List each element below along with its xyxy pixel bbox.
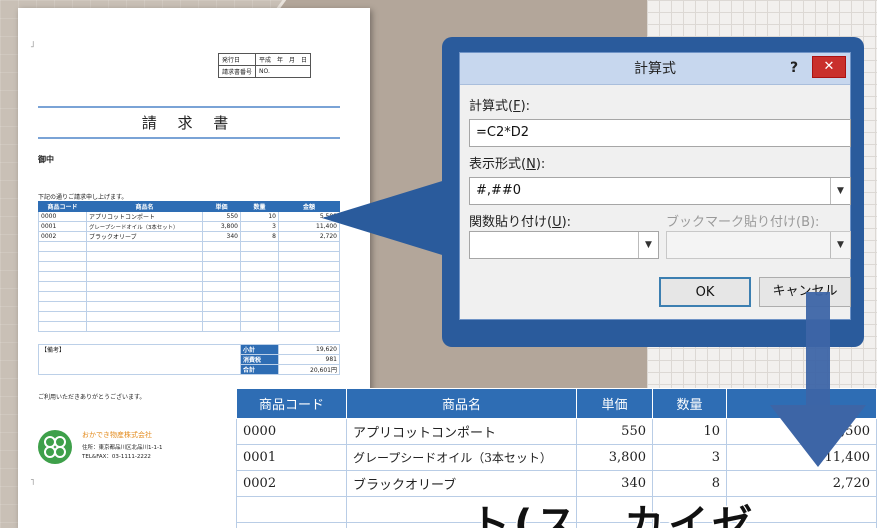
table-cell: 550 (202, 211, 241, 222)
column-header: 商品名 (86, 201, 203, 212)
invoice-number-label: 請求書番号 (217, 65, 257, 78)
table-row-empty (38, 241, 340, 252)
column-header: 数量 (652, 388, 727, 419)
remarks-label: 【備考】 (38, 344, 241, 375)
table-cell: 3 (240, 221, 279, 232)
table-cell: アプリコットコンポート (346, 418, 577, 445)
number-format-select[interactable]: #,##0 ▼ (469, 177, 851, 205)
column-header: 商品コード (38, 201, 87, 212)
totals-table: 【備考】 小計 19,620 消費税 981 合計 20,601円 (38, 344, 340, 375)
paste-function-select[interactable]: ▼ (469, 231, 659, 259)
thanks-text: ご利用いただきありがとうございます。 (38, 394, 146, 401)
table-cell: 0002 (38, 231, 87, 242)
table-row: 0001 グレープシードオイル（3本セット） 3,800 3 11,400 (38, 221, 340, 232)
table-row: 0002 ブラックオリーブ 340 8 2,720 (38, 231, 340, 242)
table-cell: 3 (652, 444, 727, 471)
tel-line: TEL&FAX：03-1111-2222 (82, 454, 151, 460)
cancel-button[interactable]: キャンセル (759, 277, 851, 307)
clover-icon (44, 436, 66, 458)
subtotal-value: 19,620 (278, 344, 340, 355)
table-row-empty (38, 281, 340, 292)
table-cell: グレープシードオイル（3本セット） (346, 444, 577, 471)
invoice-number-value: NO. (255, 65, 312, 78)
table-cell: 0002 (236, 470, 347, 497)
table-row-empty (38, 251, 340, 262)
table-cell: グレープシードオイル（3本セット） (86, 221, 203, 232)
table-cell: 8 (240, 231, 279, 242)
ok-button[interactable]: OK (659, 277, 751, 307)
issue-date-label: 発行日 (217, 53, 257, 66)
recipient: 御中 (38, 155, 54, 164)
crop-mark: ˥ (30, 478, 35, 488)
invoice-title: 請 求 書 (38, 106, 340, 139)
table-cell: 3,800 (576, 444, 653, 471)
table-cell: 3,800 (202, 221, 241, 232)
column-header: 数量 (240, 201, 279, 212)
formula-dialog: 計算式 ? ✕ 計算式(F): =C2*D2 表示形式(N): #,##0 ▼ 関… (459, 52, 851, 320)
chevron-down-icon: ▼ (830, 232, 850, 258)
table-cell: 0001 (38, 221, 87, 232)
table-row-empty (38, 311, 340, 322)
company-logo (38, 430, 72, 464)
paste-function-label: 関数貼り付け(U): (469, 215, 572, 230)
column-header: 商品名 (346, 388, 577, 419)
tax-label: 消費税 (240, 354, 279, 365)
chevron-down-icon[interactable]: ▼ (638, 232, 658, 258)
number-format-label: 表示形式(N): (469, 157, 546, 172)
table-row-empty (38, 301, 340, 312)
table-row-empty (38, 261, 340, 272)
table-row-empty (38, 271, 340, 282)
paste-bookmark-label: ブックマーク貼り付け(B): (666, 215, 820, 230)
tax-value: 981 (278, 354, 340, 365)
table-cell: 0000 (38, 211, 87, 222)
table-cell: ブラックオリーブ (86, 231, 203, 242)
formula-label: 計算式(F): (469, 99, 531, 114)
company-name: おかでき物産株式会社 (82, 431, 152, 439)
column-header: 単価 (202, 201, 241, 212)
table-row-empty (38, 321, 340, 332)
table-row: 0000 アプリコットコンポート 550 10 5,500 (38, 211, 340, 222)
down-arrow-icon (806, 292, 830, 407)
column-header: 単価 (576, 388, 653, 419)
total-label: 合計 (240, 364, 279, 375)
company-address: 住所：東京都品川区北品川1-1-1 TEL&FAX：03-1111-2222 (82, 444, 162, 462)
table-cell: アプリコットコンポート (86, 211, 203, 222)
table-cell: 10 (240, 211, 279, 222)
table-cell: 550 (576, 418, 653, 445)
column-header: 商品コード (236, 388, 347, 419)
paste-bookmark-select: ▼ (666, 231, 851, 259)
address-line: 住所：東京都品川区北品川1-1-1 (82, 445, 163, 451)
intro-text: 下記の通りご請求申し上げます。 (38, 194, 128, 201)
table-cell: 0001 (236, 444, 347, 471)
table-cell: 340 (202, 231, 241, 242)
table-row-empty (38, 291, 340, 302)
formula-input[interactable]: =C2*D2 (469, 119, 851, 147)
table-cell: 10 (652, 418, 727, 445)
callout-pointer (322, 178, 452, 258)
dialog-titlebar: 計算式 ? ✕ (460, 53, 850, 85)
issue-date-value: 平成 年 月 日 (255, 53, 312, 66)
down-arrow-head (770, 405, 866, 467)
subtotal-label: 小計 (240, 344, 279, 355)
table-cell: 0000 (236, 418, 347, 445)
total-value: 20,601円 (278, 364, 340, 375)
chevron-down-icon[interactable]: ▼ (830, 178, 850, 204)
help-button[interactable]: ? (790, 53, 798, 83)
overlay-caption: ト(ス カイゼ (468, 501, 757, 528)
invoice-info-box: 発行日 平成 年 月 日 請求書番号 NO. (217, 53, 312, 78)
close-button[interactable]: ✕ (812, 56, 846, 78)
crop-mark: ˩ (30, 40, 35, 50)
invoice-table: 商品コード 商品名 単価 数量 金額 0000 アプリコットコンポート 550 … (38, 201, 340, 332)
